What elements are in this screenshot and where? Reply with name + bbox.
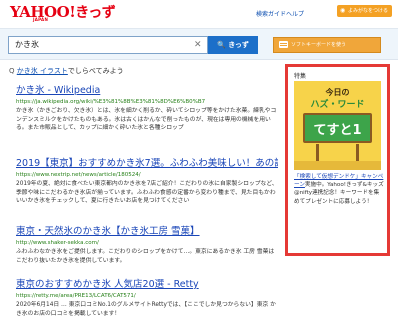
search-button[interactable]: 🔍 きっず <box>208 36 258 54</box>
search-guide-link[interactable]: 検索ガイド <box>256 9 286 18</box>
result-title[interactable]: 東京・天然氷のかき氷【かき氷工房 雪菓】 <box>16 223 278 237</box>
result-url: https://ja.wikipedia.org/wiki/%E3%81%8B%… <box>16 99 206 105</box>
result-title[interactable]: 2019【東京】おすすめかき氷7選。ふわふわ美味しい！あの話題 ... <box>16 155 278 169</box>
board-leg <box>356 144 359 162</box>
keyboard-icon <box>279 41 288 48</box>
result-snippet: ふわふわなかき氷をご提供します。こだわりのシロップをかけて…。東京にあるかき氷 … <box>16 249 275 264</box>
result-title[interactable]: かき氷 - Wikipedia <box>16 82 278 96</box>
result-snippet: 2020年6月14日 … 東京口コミNo.1のグルメサイトRettyでは、【ここ… <box>16 302 276 317</box>
soft-keyboard-label: ソフトキーボードを使う <box>291 42 347 48</box>
magnifier-icon: Q <box>9 67 15 75</box>
banner-ground <box>294 161 381 170</box>
result-item: 2019【東京】おすすめかき氷7選。ふわふわ美味しい！あの話題 ... http… <box>16 155 278 206</box>
result-url: https://www.nextrip.net/news/article/180… <box>16 172 141 178</box>
feature-banner[interactable]: 今日の ハズ・ワード てすと1 <box>294 81 381 170</box>
banner-line3: てすと1 <box>313 123 362 138</box>
result-title[interactable]: 東京のおすすめかき氷 人気店20選 - Retty <box>16 276 278 290</box>
search-button-label: きっず <box>228 41 249 49</box>
logo-japan: JAPAN <box>33 17 49 22</box>
logo-kids: きっず <box>75 5 116 21</box>
logo[interactable]: YAHOO!きっず JAPAN <box>10 2 116 22</box>
furigana-button[interactable]: ◉ よみがなをつける <box>337 5 392 17</box>
result-snippet: 2019年の夏、絶対に食べたい東京都内のかき氷を7店ご紹介！こだわりの氷に自家製… <box>16 181 278 204</box>
header: YAHOO!きっず JAPAN 検索ガイド ヘルプ ◉ よみがなをつける <box>0 0 398 30</box>
soft-keyboard-button[interactable]: ソフトキーボードを使う <box>273 37 381 53</box>
suggestion: Q かき氷 イラストでしらべてみよう <box>9 66 124 76</box>
board-leg <box>316 144 319 162</box>
feature-body: 実施中。Yahoo!きっず&キッズ@nifty連携記念！キーワードを集めてプレゼ… <box>294 182 384 205</box>
result-url: http://www.shaker-sekka.com/ <box>16 240 99 246</box>
result-snippet: かき氷（かきごおり、欠き氷）とは、氷を細かく削るか、砕いてシロップ等をかけた氷菓… <box>16 108 277 131</box>
search-bar: かき氷 ✕ 🔍 きっず ソフトキーボードを使う <box>0 28 398 60</box>
feature-label: 特集 <box>294 73 307 80</box>
result-item: かき氷 - Wikipedia https://ja.wikipedia.org… <box>16 82 278 133</box>
search-input[interactable]: かき氷 <box>8 36 208 54</box>
furigana-icon: ◉ <box>340 7 346 14</box>
feature-panel: 特集 今日の ハズ・ワード てすと1 「検索して仮想デンドケ」キャンペーン実施中… <box>285 64 390 256</box>
feature-text: 「検索して仮想デンドケ」キャンペーン実施中。Yahoo!きっず&キッズ@nift… <box>294 173 384 206</box>
banner-board: てすと1 <box>303 113 372 143</box>
result-item: 東京・天然氷のかき氷【かき氷工房 雪菓】 http://www.shaker-s… <box>16 223 278 265</box>
result-url: https://retty.me/area/PRE13/LCAT6/CAT571… <box>16 293 136 299</box>
clear-icon[interactable]: ✕ <box>194 40 202 50</box>
furigana-button-label: よみがなをつける <box>348 8 389 14</box>
search-icon: 🔍 <box>217 41 226 49</box>
banner-line2: ハズ・ワード <box>310 100 365 110</box>
help-link[interactable]: ヘルプ <box>286 9 304 18</box>
suggestion-rest: でしらべてみよう <box>67 67 124 75</box>
suggestion-link[interactable]: かき氷 イラスト <box>17 67 68 75</box>
result-item: 東京のおすすめかき氷 人気店20選 - Retty https://retty.… <box>16 276 278 317</box>
